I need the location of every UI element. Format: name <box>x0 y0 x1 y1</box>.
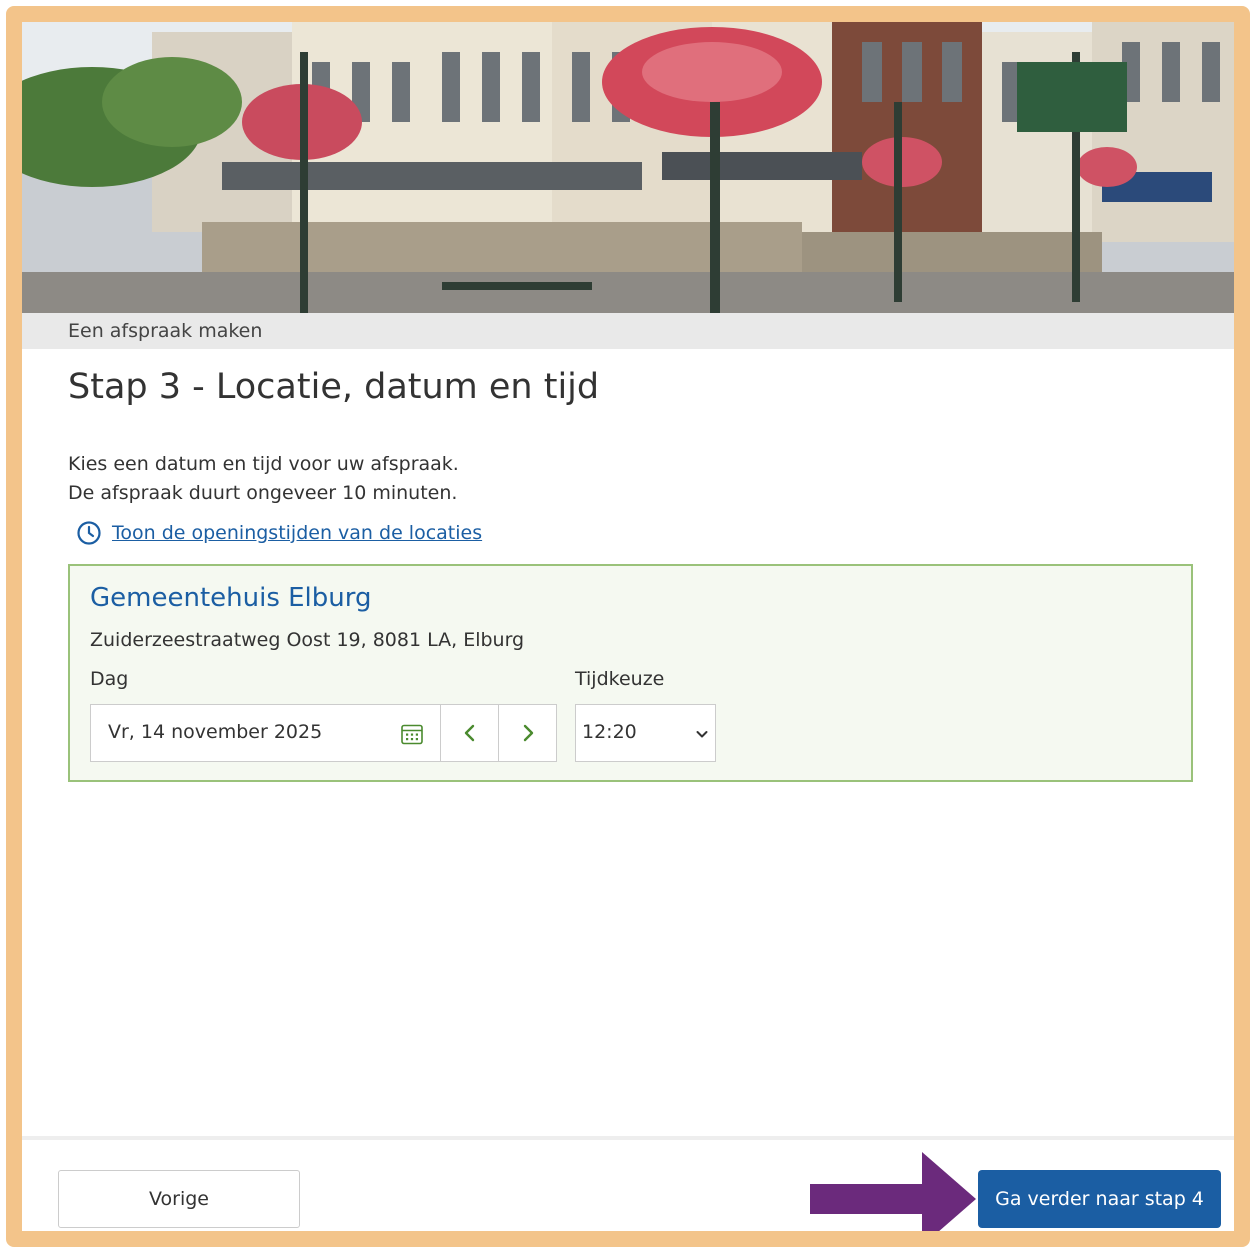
street-scene-image <box>22 22 1234 313</box>
location-card: Gemeentehuis Elburg Zuiderzeestraatweg O… <box>68 564 1193 782</box>
day-label: Dag <box>90 668 129 690</box>
date-value: Vr, 14 november 2025 <box>108 721 323 743</box>
intro-line-1: Kies een datum en tijd voor uw afspraak. <box>68 453 459 475</box>
page-title: Stap 3 - Locatie, datum en tijd <box>68 367 600 407</box>
previous-button[interactable]: Vorige <box>58 1170 300 1228</box>
intro-text: Kies een datum en tijd voor uw afspraak.… <box>68 450 459 508</box>
time-value: 12:20 <box>582 721 637 743</box>
breadcrumb-bar: Een afspraak maken <box>22 313 1234 349</box>
location-name: Gemeentehuis Elburg <box>90 583 372 613</box>
previous-day-button[interactable] <box>440 704 499 762</box>
opening-hours-link[interactable]: Toon de openingstijden van de locaties <box>112 522 482 544</box>
page-frame: Een afspraak maken Stap 3 - Locatie, dat… <box>6 6 1250 1247</box>
chevron-right-icon <box>523 724 533 742</box>
chevron-down-icon <box>696 731 708 738</box>
intro-line-2: De afspraak duurt ongeveer 10 minuten. <box>68 482 458 504</box>
calendar-icon[interactable] <box>400 722 424 746</box>
opening-hours-link-row[interactable]: Toon de openingstijden van de locaties <box>76 520 482 546</box>
date-input[interactable]: Vr, 14 november 2025 <box>90 704 441 762</box>
time-label: Tijdkeuze <box>575 668 665 690</box>
breadcrumb: Een afspraak maken <box>68 320 263 342</box>
time-select[interactable]: 12:20 <box>575 704 716 762</box>
hero-image <box>22 22 1234 313</box>
chevron-left-icon <box>464 724 474 742</box>
footer-divider <box>22 1136 1234 1140</box>
arrow-icon <box>810 1152 976 1231</box>
continue-button[interactable]: Ga verder naar stap 4 <box>978 1170 1221 1228</box>
location-address: Zuiderzeestraatweg Oost 19, 8081 LA, Elb… <box>90 629 525 651</box>
clock-icon <box>77 521 101 545</box>
next-day-button[interactable] <box>498 704 557 762</box>
